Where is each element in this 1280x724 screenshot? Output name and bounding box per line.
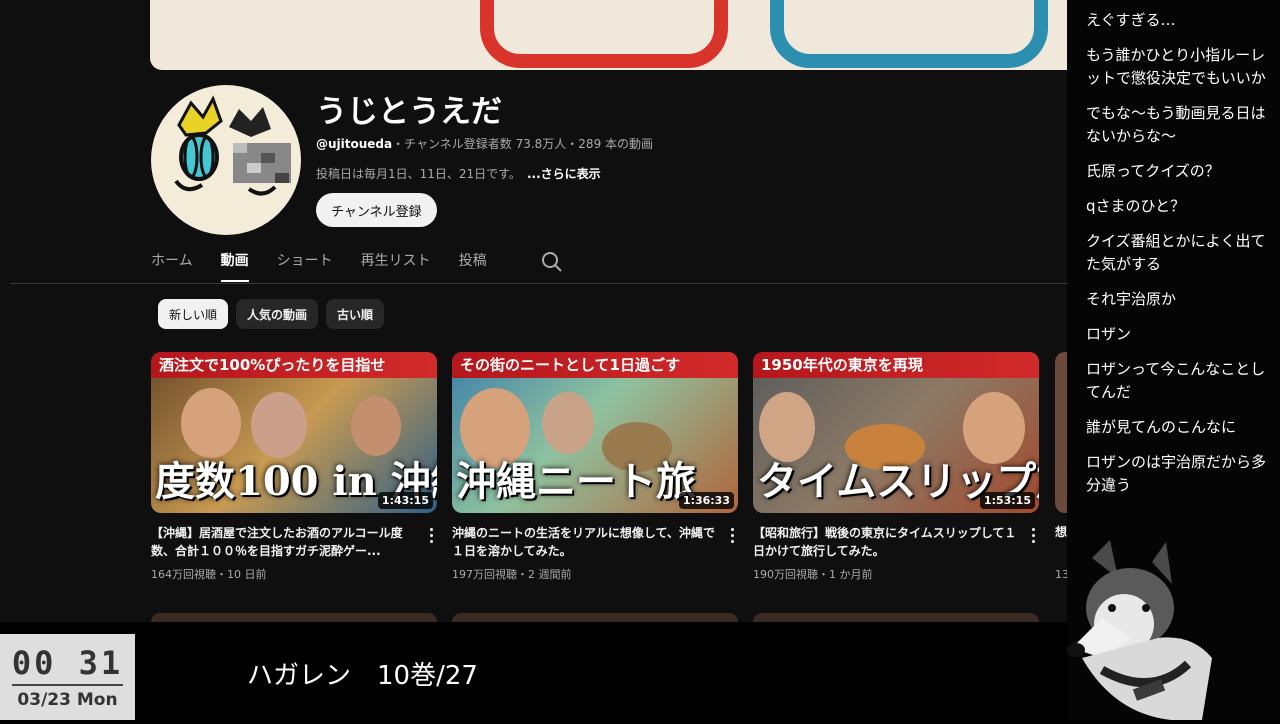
clock-divider	[12, 684, 123, 686]
chat-message: ロザンのは宇治原だから多分違う	[1086, 453, 1267, 494]
thumbnail-caption: 酒注文で100%ぴったりを目指せ	[151, 352, 437, 378]
channel-stats: ・チャンネル登録者数 73.8万人・289 本の動画	[392, 137, 654, 151]
video-title[interactable]: 沖縄のニートの生活をリアルに想像して、沖縄で１日を溶かしてみた。	[452, 524, 720, 560]
video-meta: 164万回視聴・10 日前	[151, 568, 267, 581]
tab-playlists[interactable]: 再生リスト	[361, 250, 431, 282]
tab-home[interactable]: ホーム	[151, 250, 193, 282]
tabs-divider	[10, 283, 1067, 284]
channel-name: うじとうえだ	[316, 94, 502, 130]
chip-oldest[interactable]: 古い順	[326, 299, 385, 329]
video-title[interactable]: 【沖縄】居酒屋で注文したお酒のアルコール度数、合計１００％を目指すガチ泥酔ゲー.…	[151, 524, 419, 560]
chat-message: ロザンって今こんなことしてんだ	[1086, 360, 1266, 401]
chat-message: えぐすぎる…	[1086, 11, 1176, 29]
video-card[interactable]: その街のニートとして1日過ごす 沖縄ニート旅 1:36:33 沖縄のニートの生活…	[452, 352, 738, 582]
search-icon[interactable]	[541, 251, 563, 273]
subscribe-button[interactable]: チャンネル登録	[316, 193, 437, 227]
chip-newest[interactable]: 新しい順	[158, 299, 229, 329]
video-title[interactable]: 【昭和旅行】戦後の東京にタイムスリップして１日かけて旅行してみた。	[753, 524, 1021, 560]
tab-posts[interactable]: 投稿	[459, 250, 487, 282]
channel-description[interactable]: 投稿日は毎月1日、11日、21日です。 ...さらに表示	[316, 165, 601, 182]
tab-videos[interactable]: 動画	[220, 250, 249, 282]
stream-bottom-bar	[0, 622, 1067, 720]
thumbnail-title: 沖縄ニート旅	[456, 458, 696, 505]
video-thumbnail[interactable]: その街のニートとして1日過ごす 沖縄ニート旅 1:36:33	[452, 352, 738, 513]
video-thumbnail-partial[interactable]	[1055, 352, 1067, 513]
chip-popular[interactable]: 人気の動画	[236, 299, 319, 329]
clock-widget: 00 31 03/23 Mon	[0, 634, 135, 720]
video-duration: 1:53:15	[979, 492, 1035, 509]
video-card[interactable]: 酒注文で100%ぴったりを目指せ 度数100 in 沖縄 1:43:15 【沖縄…	[151, 352, 437, 582]
chat-message: それ宇治原か	[1086, 290, 1177, 308]
now-playing-text: ハガレン 10巻/27	[247, 661, 478, 691]
clock-time: 00 31	[11, 644, 124, 682]
description-text: 投稿日は毎月1日、11日、21日です。	[316, 167, 521, 181]
video-thumbnail[interactable]: 1950年代の東京を再現 タイムスリップ旅 1:53:15	[753, 352, 1039, 513]
more-options-icon[interactable]	[728, 528, 736, 544]
tab-shorts[interactable]: ショート	[277, 250, 333, 282]
video-thumbnail-row2[interactable]	[151, 613, 437, 622]
channel-handle: @ujitoueda	[316, 137, 393, 151]
thumbnail-caption: その街のニートとして1日過ごす	[452, 352, 738, 378]
chat-message: 誰が見てんのこんなに	[1086, 418, 1237, 436]
chat-message: ロザン	[1086, 325, 1132, 343]
chat-message: もう誰かひとり小指ルーレットで懲役決定でもいいか	[1086, 46, 1266, 87]
chat-message: でもな〜もう動画見る日はないからな〜	[1086, 104, 1266, 145]
husky-avatar-image	[1062, 538, 1222, 721]
chat-message: qさまのひと？	[1086, 197, 1186, 215]
video-duration: 1:36:33	[678, 492, 734, 509]
video-meta: 197万回視聴・2 週間前	[452, 568, 572, 581]
video-thumbnail-row2[interactable]	[753, 613, 1039, 622]
video-thumbnail[interactable]: 酒注文で100%ぴったりを目指せ 度数100 in 沖縄 1:43:15	[151, 352, 437, 513]
sort-chips: 新しい順 人気の動画 古い順	[158, 299, 385, 329]
channel-meta: @ujitoueda・チャンネル登録者数 73.8万人・289 本の動画	[316, 135, 653, 152]
channel-banner	[150, 0, 1067, 70]
video-card[interactable]: 1950年代の東京を再現 タイムスリップ旅 1:53:15 【昭和旅行】戦後の東…	[753, 352, 1039, 582]
channel-avatar[interactable]	[151, 85, 301, 235]
thumbnail-caption: 1950年代の東京を再現	[753, 352, 1039, 378]
chat-message: 氏原ってクイズの？	[1086, 162, 1220, 180]
video-duration: 1:43:15	[377, 492, 433, 509]
more-options-icon[interactable]	[427, 528, 435, 544]
video-meta: 190万回視聴・1 か月前	[753, 568, 873, 581]
more-options-icon[interactable]	[1029, 528, 1037, 544]
video-thumbnail-row2[interactable]	[452, 613, 738, 622]
youtube-channel-page: うじとうえだ @ujitoueda・チャンネル登録者数 73.8万人・289 本…	[0, 0, 1067, 622]
show-more-link[interactable]: ...さらに表示	[527, 167, 601, 181]
chat-message: クイズ番組とかによく出てた気がする	[1086, 232, 1266, 273]
chat-list: えぐすぎる… もう誰かひとり小指ルーレットで懲役決定でもいいか でもな〜もう動画…	[1067, 0, 1280, 503]
clock-date: 03/23 Mon	[17, 690, 118, 710]
channel-tabs: ホーム 動画 ショート 再生リスト 投稿	[151, 250, 487, 282]
